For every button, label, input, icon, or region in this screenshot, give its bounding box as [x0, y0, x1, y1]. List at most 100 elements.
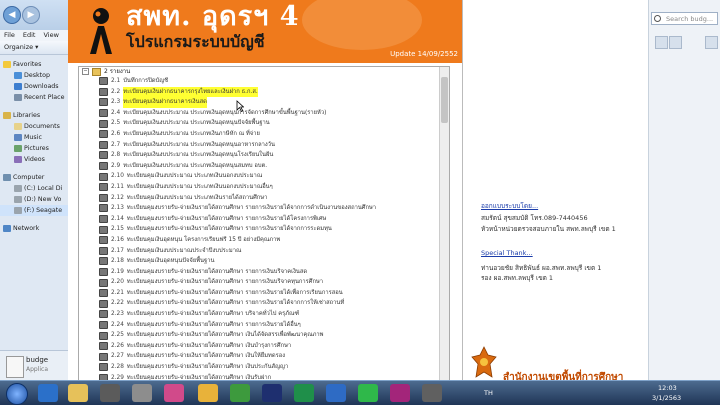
nav-item-pictures[interactable]: Pictures: [0, 143, 68, 154]
menu-file[interactable]: File: [4, 30, 15, 41]
report-number: 2.24: [111, 321, 124, 328]
report-label: ทะเบียนคุมเงินงบประมาณ ประเภทเงินภาษีหัก…: [123, 130, 260, 137]
line-icon[interactable]: [358, 384, 378, 402]
collapse-icon[interactable]: −: [82, 68, 89, 75]
report-item[interactable]: 2.2 ทะเบียนคุมเงินฝากธนาคารกรุงไทยและเงิน…: [79, 86, 439, 98]
file-icon: [6, 356, 24, 378]
report-icon: [99, 363, 108, 372]
report-item[interactable]: 2.1 บันทึกการปิดบัญชี: [79, 76, 439, 87]
report-item[interactable]: 2.15 ทะเบียนคุมงบรายรับ-จ่ายเงินรายได้สถา…: [79, 224, 439, 235]
nav-item-desktop[interactable]: Desktop: [0, 70, 68, 81]
desktop-sidebar: Search budg...: [648, 0, 720, 380]
menu-edit[interactable]: Edit: [23, 30, 36, 41]
report-item[interactable]: 2.28 ทะเบียนคุมงบรายรับ-จ่ายเงินรายได้สถา…: [79, 362, 439, 373]
help-icon[interactable]: [705, 36, 718, 49]
menu-view[interactable]: View: [43, 30, 58, 41]
report-item[interactable]: 2.18 ทะเบียนคุมเงินอุดหนุนปัจจัยพื้นฐาน: [79, 256, 439, 267]
report-icon: [99, 193, 108, 202]
tree-root-reports[interactable]: − 2 รายงาน: [79, 67, 449, 76]
clock-date[interactable]: 3/1/2563: [652, 394, 681, 402]
report-item[interactable]: 2.6 ทะเบียนคุมเงินงบประมาณ ประเภทเงินภาษี…: [79, 129, 439, 140]
report-item[interactable]: 2.10 ทะเบียนคุมเงินงบประมาณ ประเภทเงินนอก…: [79, 171, 439, 182]
word-icon[interactable]: [326, 384, 346, 402]
report-label: ทะเบียนคุมเงินฝากธนาคารเงินสด: [123, 97, 207, 108]
search-input[interactable]: Search budg...: [651, 12, 718, 25]
report-item[interactable]: 2.22 ทะเบียนคุมงบรายรับ-จ่ายเงินรายได้สถา…: [79, 298, 439, 309]
nav-item-documents[interactable]: Documents: [0, 121, 68, 132]
report-item[interactable]: 2.25 ทะเบียนคุมงบรายรับ-จ่ายเงินรายได้สถา…: [79, 330, 439, 341]
photoshop-icon[interactable]: [262, 384, 282, 402]
report-icon: [99, 172, 108, 181]
report-item[interactable]: 2.3 ทะเบียนคุมเงินฝากธนาคารเงินสด: [79, 97, 439, 108]
utility-icon[interactable]: [422, 384, 442, 402]
vertical-scrollbar[interactable]: [439, 67, 449, 380]
report-item[interactable]: 2.17 ทะเบียนคุมเงินงบประมาณประจำปีงบประมา…: [79, 246, 439, 257]
preview-pane-icon[interactable]: [669, 36, 682, 49]
report-icon: [99, 204, 108, 213]
report-item[interactable]: 2.20 ทะเบียนคุมงบรายรับ-จ่ายเงินรายได้สถา…: [79, 277, 439, 288]
report-label: บันทึกการปิดบัญชี: [123, 78, 169, 84]
nav-item-drive-d[interactable]: (D:) New Vo: [0, 194, 68, 205]
back-arrow-icon[interactable]: ◀: [3, 6, 21, 24]
start-button[interactable]: [6, 383, 28, 405]
libraries-header[interactable]: Libraries: [0, 110, 68, 121]
report-item[interactable]: 2.5 ทะเบียนคุมเงินงบประมาณ ประเภทเงินอุดห…: [79, 118, 439, 129]
special-thanks-link[interactable]: Special Thank...: [481, 249, 533, 257]
nav-item-recent[interactable]: Recent Place: [0, 92, 68, 103]
view-toggle-icon[interactable]: [655, 36, 668, 49]
report-number: 2.12: [111, 194, 124, 201]
clock-time[interactable]: 12:03: [658, 384, 677, 392]
scrollbar-thumb[interactable]: [441, 77, 448, 123]
report-item[interactable]: 2.26 ทะเบียนคุมงบรายรับ-จ่ายเงินรายได้สถา…: [79, 341, 439, 352]
report-item[interactable]: 2.29 ทะเบียนคุมงบรายรับ-จ่ายเงินรายได้สถา…: [79, 373, 439, 380]
forward-arrow-icon[interactable]: ▶: [22, 6, 40, 24]
report-content: − 2 รายงาน 2.1 บันทึกการปิดบัญชี 2.2 ทะเบีย…: [74, 63, 460, 380]
media-icon[interactable]: [100, 384, 120, 402]
report-tree[interactable]: − 2 รายงาน 2.1 บันทึกการปิดบัญชี 2.2 ทะเบีย…: [78, 66, 450, 380]
report-label: ทะเบียนคุมงบรายรับ-จ่ายเงินรายได้สถานศึก…: [126, 279, 324, 286]
explorer-icon[interactable]: [68, 384, 88, 402]
aim-logo-icon: [90, 8, 112, 54]
report-item[interactable]: 2.16 ทะเบียนคุมเงินอุดหนุน โครงการเรียนฟร…: [79, 235, 439, 246]
chrome-icon[interactable]: [230, 384, 250, 402]
nav-item-drive-c[interactable]: (C:) Local Di: [0, 183, 68, 194]
ie-icon[interactable]: [38, 384, 58, 402]
folder-icon: [92, 67, 101, 76]
designer-link[interactable]: ออกแบบระบบโดย...: [481, 201, 538, 211]
nav-item-drive-f[interactable]: (F:) Seagate: [0, 205, 68, 216]
app-icon[interactable]: [132, 384, 152, 402]
excel-icon[interactable]: [294, 384, 314, 402]
organize-button[interactable]: Organize ▾: [0, 41, 68, 55]
report-item[interactable]: 2.7 ทะเบียนคุมเงินงบประมาณ ประเภทเงินอุดห…: [79, 140, 439, 151]
folder-app-icon[interactable]: [198, 384, 218, 402]
report-item[interactable]: 2.11 ทะเบียนคุมเงินงบประมาณ ประเภทเงินนอก…: [79, 182, 439, 193]
report-item[interactable]: 2.24 ทะเบียนคุมงบรายรับ-จ่ายเงินรายได้สถา…: [79, 320, 439, 331]
report-item[interactable]: 2.9 ทะเบียนคุมเงินงบประมาณ ประเภทเงินอุดห…: [79, 161, 439, 172]
network-header[interactable]: Network: [0, 223, 68, 234]
nav-item-downloads[interactable]: Downloads: [0, 81, 68, 92]
language-indicator[interactable]: TH: [484, 389, 493, 397]
report-item[interactable]: 2.23 ทะเบียนคุมงบรายรับ-จ่ายเงินรายได้สถา…: [79, 309, 439, 320]
nav-item-music[interactable]: Music: [0, 132, 68, 143]
report-label: ทะเบียนคุมเงินงบประมาณ ประเภทเงินอุดหนุน…: [123, 120, 270, 127]
report-item[interactable]: 2.14 ทะเบียนคุมงบรายรับ-จ่ายเงินรายได้สถา…: [79, 214, 439, 225]
report-item[interactable]: 2.12 ทะเบียนคุมเงินงบประมาณ ประเภทเงินราย…: [79, 193, 439, 204]
report-item[interactable]: 2.27 ทะเบียนคุมงบรายรับ-จ่ายเงินรายได้สถา…: [79, 351, 439, 362]
report-item[interactable]: 2.19 ทะเบียนคุมงบรายรับ-จ่ายเงินรายได้สถา…: [79, 267, 439, 278]
explorer-pane: ◀ ▶ File Edit View Organize ▾ Favorites …: [0, 0, 69, 380]
report-item[interactable]: 2.8 ทะเบียนคุมเงินงบประมาณ ประเภทเงินอุดห…: [79, 150, 439, 161]
report-icon: [99, 331, 108, 340]
details-file-name: budge: [26, 356, 49, 364]
computer-header[interactable]: Computer: [0, 172, 68, 183]
report-item[interactable]: 2.21 ทะเบียนคุมงบรายรับ-จ่ายเงินรายได้สถา…: [79, 288, 439, 299]
report-item[interactable]: 2.4 ทะเบียนคุมเงินงบประมาณ ประเภทเงินอุดห…: [79, 108, 439, 119]
office-emblem-icon: [471, 346, 497, 378]
drive-icon: [14, 185, 22, 192]
nav-item-videos[interactable]: Videos: [0, 154, 68, 165]
favorites-header[interactable]: Favorites: [0, 59, 68, 70]
designer-title: หัวหน้าหน่วยตรวจสอบภายใน สพท.ลพบุรี เขต …: [481, 225, 616, 233]
sheets-icon[interactable]: [390, 384, 410, 402]
report-number: 2.26: [111, 342, 124, 349]
report-item[interactable]: 2.13 ทะเบียนคุมงบรายรับ-จ่ายเงินรายได้สถา…: [79, 203, 439, 214]
paint-icon[interactable]: [164, 384, 184, 402]
